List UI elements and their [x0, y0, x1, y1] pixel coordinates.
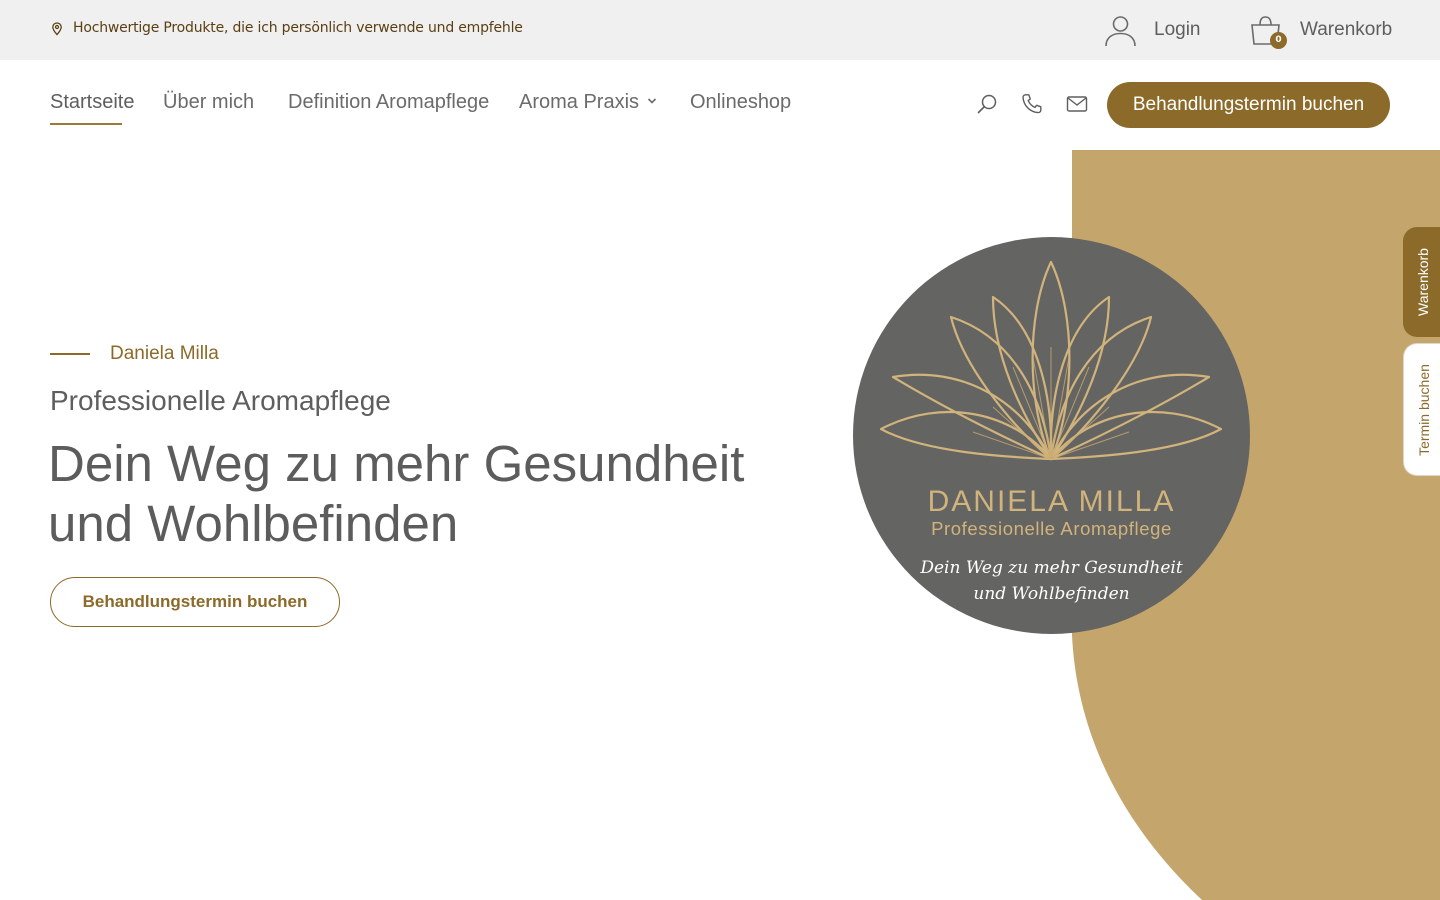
login-label: Login [1154, 19, 1201, 40]
nav-item-startseite[interactable]: Startseite [50, 91, 134, 114]
nav-item-ueber-mich[interactable]: Über mich [163, 91, 254, 114]
chevron-down-icon [647, 98, 657, 104]
cart-count-badge: 0 [1270, 31, 1287, 49]
top-bar-note: Hochwertige Produkte, die ich persönlich… [73, 20, 523, 36]
cart-link[interactable]: 0 Warenkorb [1249, 12, 1393, 49]
logo-slogan-line2: und Wohlbefinden [973, 584, 1129, 604]
side-tab-cart[interactable]: Warenkorb [1403, 227, 1440, 337]
hero-eyebrow-text: Daniela Milla [110, 343, 219, 364]
nav-item-aroma-praxis-label: Aroma Praxis [519, 91, 640, 113]
nav-active-underline [50, 123, 122, 125]
side-tab-book-label: Termin buchen [1415, 363, 1432, 456]
mail-icon[interactable] [1066, 93, 1088, 115]
cart-label: Warenkorb [1300, 19, 1393, 40]
hero-headline: Dein Weg zu mehr Gesundheit und Wohlbefi… [48, 435, 745, 552]
main-navigation: Startseite Über mich Definition Aromapfl… [0, 60, 1440, 150]
logo-name: DANIELA MILLA [928, 485, 1176, 518]
user-icon [1105, 15, 1136, 46]
login-link[interactable]: Login [1104, 12, 1201, 48]
nav-item-aroma-praxis[interactable]: Aroma Praxis [519, 91, 657, 114]
logo-tagline: Professionelle Aromapflege [931, 518, 1172, 539]
logo-slogan-line1: Dein Weg zu mehr Gesundheit [919, 558, 1182, 578]
hero-book-appointment-button[interactable]: Behandlungstermin buchen [50, 577, 340, 627]
book-appointment-button[interactable]: Behandlungstermin buchen [1107, 82, 1390, 128]
brand-logo-circle: DANIELA MILLA Professionelle Aromapflege… [853, 237, 1250, 634]
hero-subtitle: Professionelle Aromapflege [50, 385, 391, 416]
side-tab-book-appointment[interactable]: Termin buchen [1403, 343, 1440, 476]
nav-item-onlineshop[interactable]: Onlineshop [690, 91, 791, 114]
phone-icon[interactable] [1021, 93, 1043, 115]
eyebrow-divider [50, 353, 90, 355]
nav-item-definition-aromapflege[interactable]: Definition Aromapflege [288, 91, 489, 114]
top-bar: Hochwertige Produkte, die ich persönlich… [0, 0, 1440, 60]
hero-eyebrow: Daniela Milla [50, 343, 219, 365]
search-icon[interactable] [976, 93, 998, 115]
side-tab-cart-label: Warenkorb [1415, 248, 1431, 316]
location-pin-icon [52, 22, 62, 36]
